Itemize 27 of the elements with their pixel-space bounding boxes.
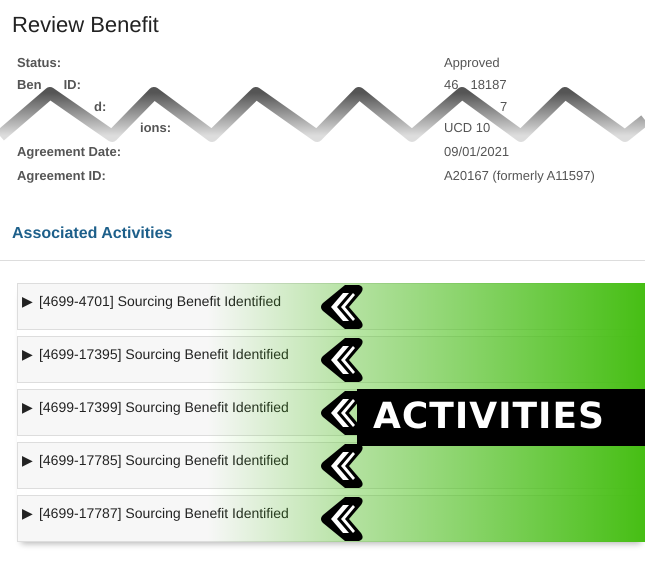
field-label: Agreement ID: xyxy=(17,166,106,185)
field-label: d: xyxy=(94,98,106,116)
expand-toggle[interactable]: ▶ xyxy=(22,502,33,524)
expand-toggle[interactable]: ▶ xyxy=(22,396,33,418)
activity-title: [4699-17399] Sourcing Benefit Identified xyxy=(39,398,289,417)
field-label: Status: xyxy=(17,54,62,72)
page-title: Review Benefit xyxy=(12,12,160,38)
field-label: Ben xyxy=(17,76,42,94)
expand-toggle[interactable]: ▶ xyxy=(22,450,33,470)
field-value: UCD 10 xyxy=(444,119,490,138)
field-value: 7 xyxy=(500,98,508,116)
field-label: Agreement Date: xyxy=(17,142,122,161)
field-value: A20167 (formerly A11597) xyxy=(444,166,595,185)
field-value: 46 xyxy=(444,76,458,94)
activity-title: [4699-17785] Sourcing Benefit Identified xyxy=(39,450,289,470)
activity-title: [4699-17787] Sourcing Benefit Identified xyxy=(39,504,289,523)
annotation-banner: ACTIVITIES xyxy=(357,388,645,446)
activity-title: [4699-4701] Sourcing Benefit Identified xyxy=(39,292,282,311)
expand-toggle[interactable]: ▶ xyxy=(22,344,33,364)
activity-title: [4699-17395] Sourcing Benefit Identified xyxy=(39,344,289,364)
field-label: ID: xyxy=(64,76,81,94)
field-value: Approved xyxy=(444,54,500,72)
expand-toggle[interactable]: ▶ xyxy=(22,290,33,312)
field-value: 18187 xyxy=(470,76,507,94)
field-value: 09/01/2021 xyxy=(444,142,510,160)
field-label: ions: xyxy=(140,119,172,138)
section-heading: Associated Activities xyxy=(12,224,174,244)
